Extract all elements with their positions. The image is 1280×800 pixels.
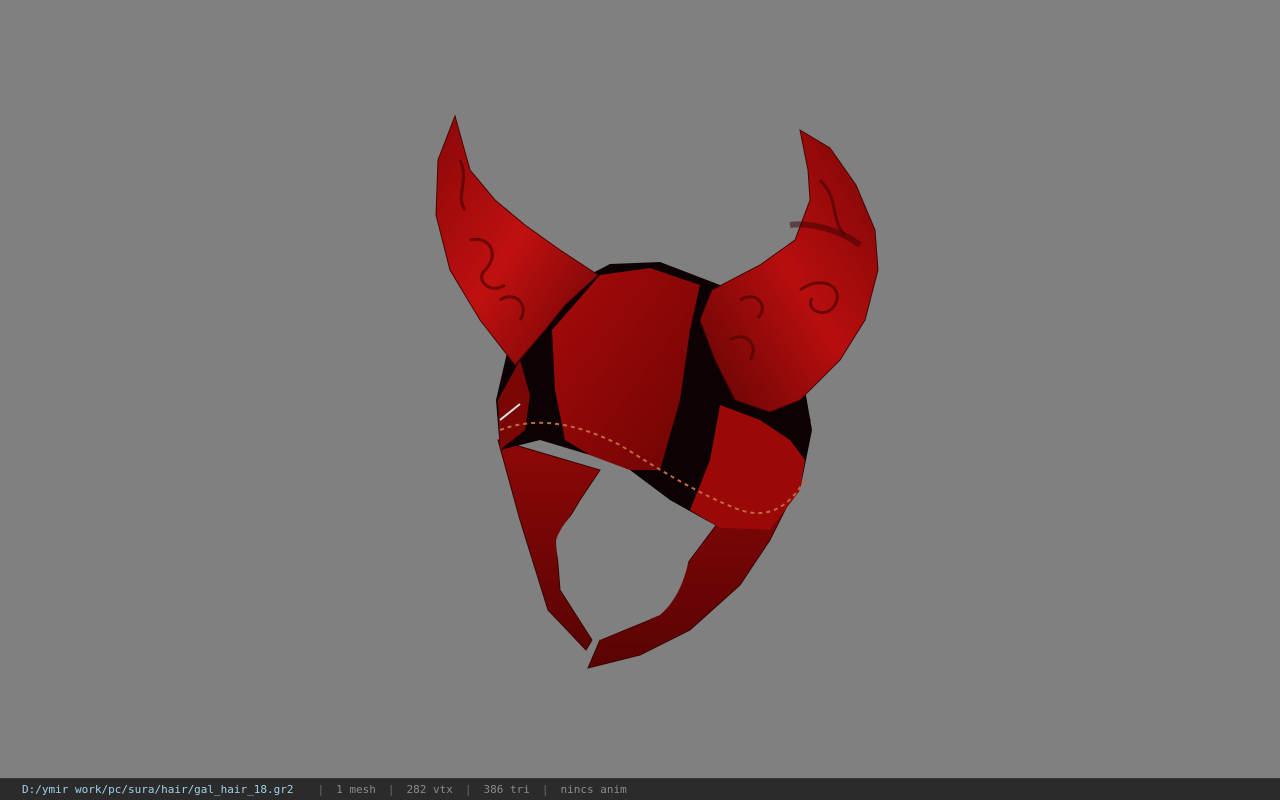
helmet-model-render xyxy=(435,114,879,669)
status-separator: | xyxy=(541,783,549,796)
mesh-count-label: 1 mesh xyxy=(336,783,376,796)
vertex-count-label: 282 vtx xyxy=(406,783,453,796)
status-separator: | xyxy=(387,783,395,796)
right-horn xyxy=(699,128,879,413)
status-separator: | xyxy=(317,783,325,796)
animation-status-label: nincs anim xyxy=(560,783,627,796)
file-path-label: D:/ymir work/pc/sura/hair/gal_hair_18.gr… xyxy=(22,783,294,796)
model-viewport[interactable] xyxy=(0,0,1280,778)
triangle-count-label: 386 tri xyxy=(483,783,530,796)
status-bar: D:/ymir work/pc/sura/hair/gal_hair_18.gr… xyxy=(0,778,1280,800)
status-separator: | xyxy=(464,783,472,796)
